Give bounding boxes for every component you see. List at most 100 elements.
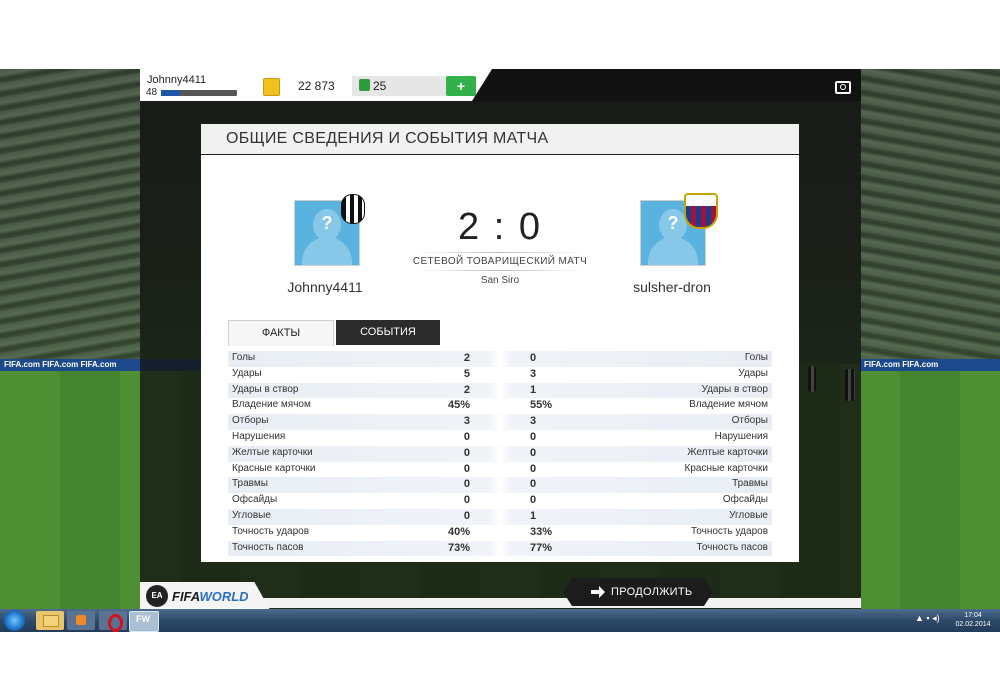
stat-label-away: Голы (744, 352, 768, 363)
opera-taskbar-icon[interactable] (99, 611, 127, 632)
stat-label-home: Точность пасов (232, 541, 304, 553)
stat-value-away: 1 (530, 509, 537, 522)
coins-icon (263, 78, 280, 96)
stat-label-home: Угловые (232, 509, 271, 521)
stat-value-home: 2 (463, 383, 470, 396)
stat-value-away: 55% (530, 399, 553, 412)
barcelona-crest-icon (684, 193, 718, 229)
ea-sports-logo: EA (146, 585, 168, 607)
stat-row: Точность ударов 40% 33% Точность ударов (228, 525, 772, 541)
stat-label-away: Желтые карточки (687, 446, 768, 458)
tab-events[interactable]: СОБЫТИЯ (336, 320, 440, 345)
home-team-name: Johnny4411 (287, 279, 363, 295)
ad-board-right: FIFA.com FIFA.com (860, 359, 1000, 371)
start-button[interactable] (4, 610, 25, 631)
coins-balance: 22 873 (298, 79, 335, 93)
stat-label-away: Травмы (732, 478, 768, 490)
stat-value-home: 0 (463, 478, 470, 491)
stat-label-away: Офсайды (722, 494, 768, 506)
stat-label-away: Отборы (731, 415, 768, 427)
points-balance: 25 (373, 79, 387, 93)
stat-value-away: 0 (530, 478, 537, 491)
stat-value-away: 0 (530, 352, 537, 364)
juventus-crest-icon (341, 194, 365, 224)
stat-row: Желтые карточки 0 0 Желтые карточки (228, 445, 772, 462)
stat-label-home: Точность ударов (232, 525, 310, 537)
fifa-wordmark-text: FIFA (172, 589, 200, 604)
stat-row: Отборы 3 3 Отборы (228, 414, 772, 430)
stat-value-home: 40% (447, 525, 470, 538)
stat-label-home: Травмы (232, 478, 268, 490)
stat-label-home: Владение мячом (232, 399, 311, 411)
clock[interactable]: 17:04 02.02.2014 (955, 611, 991, 629)
arrow-right-icon (591, 586, 605, 598)
stat-row: Точность пасов 73% 77% Точность пасов (228, 540, 772, 557)
stat-value-home: 0 (463, 494, 470, 507)
stat-label-home: Отборы (232, 415, 269, 427)
ad-board-right-text: FIFA.com FIFA.com (864, 360, 939, 369)
continue-button[interactable]: ПРОДОЛЖИТЬ (563, 578, 713, 606)
stat-row: Красные карточки 0 0 Красные карточки (228, 462, 772, 478)
match-venue: San Siro (480, 275, 520, 286)
explorer-taskbar-icon[interactable] (36, 611, 64, 630)
stat-value-home: 45% (447, 399, 470, 412)
stat-label-home: Желтые карточки (232, 446, 313, 458)
stat-value-away: 0 (530, 446, 537, 459)
stat-label-away: Точность ударов (690, 525, 768, 537)
stat-label-home: Нарушения (232, 430, 286, 442)
stat-value-home: 0 (463, 430, 470, 443)
fifa-taskbar-label: FW (136, 614, 150, 624)
stands-left (0, 69, 140, 369)
add-points-button[interactable]: + (446, 76, 476, 96)
stat-value-home: 73% (447, 541, 470, 554)
stat-value-home: 5 (463, 367, 470, 380)
fifa-world-wordmark: FIFAWORLD (172, 589, 249, 604)
stat-row: Травмы 0 0 Травмы (228, 477, 772, 494)
stat-value-away: 1 (530, 383, 537, 396)
stat-row: Владение мячом 45% 55% Владение мячом (228, 398, 772, 414)
avatar-body (302, 237, 352, 265)
match-score: 2 : 0 (458, 206, 542, 248)
stat-label-away: Точность пасов (696, 541, 769, 553)
stats-table: Голы 2 0 Голы Удары 5 3 Удары Удары в створ 2 1 Уда… (228, 351, 772, 557)
stat-label-away: Красные карточки (684, 462, 768, 474)
camera-icon[interactable] (835, 81, 851, 94)
stat-row: Голы 2 0 Голы (228, 351, 772, 367)
stat-value-away: 3 (530, 415, 537, 428)
media-player-taskbar-icon[interactable] (67, 611, 95, 630)
stat-value-home: 0 (463, 462, 470, 475)
stat-value-away: 77% (530, 541, 553, 554)
xp-progress-fill (161, 90, 180, 96)
stat-value-away: 33% (530, 525, 553, 538)
divider (415, 252, 585, 253)
divider (415, 270, 585, 271)
stat-label-away: Удары (738, 367, 768, 379)
stat-value-home: 2 (463, 352, 470, 364)
stat-value-away: 3 (530, 367, 537, 380)
stat-label-away: Владение мячом (689, 399, 768, 411)
stat-label-home: Удары (232, 367, 262, 379)
points-icon (359, 79, 370, 91)
top-bar-dark-section (472, 69, 861, 101)
level-number: 48 (146, 87, 158, 98)
match-type: СЕТЕВОЙ ТОВАРИЩЕСКИЙ МАТЧ (412, 256, 588, 267)
clock-date: 02.02.2014 (955, 621, 991, 628)
stat-label-away: Угловые (729, 509, 768, 521)
avatar-body (648, 237, 698, 265)
stat-label-away: Удары в створ (701, 383, 769, 395)
stat-value-home: 0 (463, 509, 470, 522)
stat-value-home: 0 (463, 446, 470, 459)
page-title: ОБЩИЕ СВЕДЕНИЯ И СОБЫТИЯ МАТЧА (226, 130, 549, 147)
stat-row: Угловые 0 1 Угловые (228, 508, 772, 525)
system-tray[interactable]: ▲ ▪ ◂) (915, 613, 940, 624)
tab-facts[interactable]: ФАКТЫ (228, 320, 334, 346)
stat-value-away: 0 (530, 462, 537, 475)
away-team-name: sulsher-dron (633, 279, 711, 295)
continue-label: ПРОДОЛЖИТЬ (611, 586, 693, 598)
stat-label-home: Голы (232, 352, 256, 363)
stat-label-home: Красные карточки (232, 462, 316, 474)
stat-value-home: 3 (463, 415, 470, 428)
stat-row: Нарушения 0 0 Нарушения (228, 430, 772, 446)
world-wordmark-text: WORLD (199, 589, 249, 604)
stat-label-home: Удары в створ (232, 383, 299, 395)
